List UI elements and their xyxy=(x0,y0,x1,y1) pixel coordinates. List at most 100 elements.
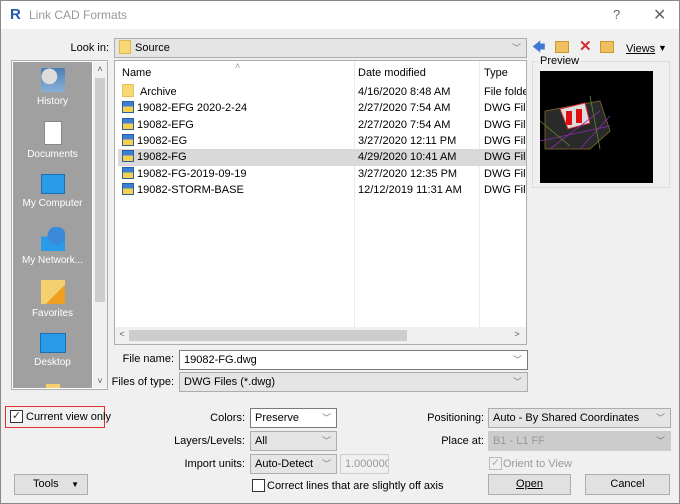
scroll-left-arrow[interactable]: < xyxy=(115,329,129,339)
file-list: Name ˄ Date modified Type Archive 4/16/20… xyxy=(114,60,527,345)
dwg-file-icon xyxy=(122,133,134,146)
horizontal-scrollbar[interactable]: < > xyxy=(115,327,526,344)
positioning-dropdown[interactable]: Auto - By Shared Coordinates ﹀ xyxy=(488,408,671,428)
new-folder-icon[interactable] xyxy=(600,41,614,53)
back-arrow-icon[interactable]: 🡄 xyxy=(532,38,545,56)
help-button[interactable]: ? xyxy=(613,7,620,22)
building-block xyxy=(576,109,582,123)
sort-indicator-icon: ˄ xyxy=(235,61,241,71)
place-at-dropdown[interactable]: B1 - L1 FF ﹀ xyxy=(488,431,671,451)
file-row[interactable]: 19082-STORM-BASE 12/12/2019 11:31 AM DWG F… xyxy=(118,182,526,199)
layers-dropdown[interactable]: All ﹀ xyxy=(250,431,337,451)
layers-label: Layers/Levels: xyxy=(174,435,245,447)
import-units-value: Auto-Detect xyxy=(255,458,314,470)
scroll-up-arrow[interactable]: ˄ xyxy=(93,64,107,74)
look-in-dropdown[interactable]: Source ﹀ xyxy=(114,38,527,58)
places-scrollbar[interactable]: ˄ ˅ xyxy=(93,62,107,388)
current-view-only-label[interactable]: Current view only xyxy=(26,411,111,423)
chevron-down-icon: ﹀ xyxy=(655,436,665,446)
file-row[interactable]: 19082-EG 3/27/2020 12:11 PM DWG File xyxy=(118,133,526,150)
cancel-button[interactable]: Cancel xyxy=(585,474,670,495)
delete-icon[interactable]: ✕ xyxy=(579,38,592,56)
building-block xyxy=(566,111,572,125)
file-name-input[interactable]: 19082-FG.dwg ﹀ xyxy=(179,350,528,370)
tools-button[interactable]: Tools ▼ xyxy=(14,474,88,495)
import-units-dropdown[interactable]: Auto-Detect ﹀ xyxy=(250,454,337,474)
colors-value: Preserve xyxy=(255,412,300,424)
window-title: Link CAD Formats xyxy=(29,8,128,22)
place-desktop[interactable]: Desktop xyxy=(13,333,92,368)
scrollbar-thumb[interactable] xyxy=(129,330,407,341)
place-my-network[interactable]: My Network... xyxy=(13,227,92,266)
file-name-value: 19082-FG.dwg xyxy=(184,354,257,366)
orient-to-view-label[interactable]: Orient to View xyxy=(503,458,572,470)
place-documents[interactable]: Documents xyxy=(13,121,92,160)
cad-drawing-thumbnail xyxy=(540,95,611,150)
places-list: History Documents My Computer My Network… xyxy=(13,62,92,388)
link-cad-dialog: R Link CAD Formats ? ✕ Look in: Source ﹀… xyxy=(0,0,680,504)
file-name: 19082-FG-2019-09-19 xyxy=(122,166,354,183)
file-row[interactable]: 19082-FG-2019-09-19 3/27/2020 12:35 PM DWG… xyxy=(118,166,526,183)
place-history[interactable]: History xyxy=(13,68,92,107)
views-label: Views xyxy=(626,43,656,55)
column-header-type[interactable]: Type xyxy=(484,64,508,82)
file-name-text: 19082-FG xyxy=(137,151,187,164)
up-folder-icon[interactable] xyxy=(555,41,569,53)
scroll-right-arrow[interactable]: > xyxy=(510,329,524,339)
views-dropdown-arrow[interactable]: ▼ xyxy=(658,39,667,57)
dwg-file-icon xyxy=(122,117,134,130)
place-label: Favorites xyxy=(31,308,74,319)
column-header-name[interactable]: Name xyxy=(122,64,151,82)
correct-lines-label[interactable]: Correct lines that are slightly off axis xyxy=(267,480,443,492)
revit-app-icon: R xyxy=(10,6,21,23)
file-row[interactable]: 19082-EFG 2/27/2020 7:54 AM DWG File xyxy=(118,117,526,134)
import-scale-value: 1.000000 xyxy=(345,458,389,470)
file-row[interactable]: Archive 4/16/2020 8:48 AM File folde xyxy=(118,84,526,101)
import-scale-input[interactable]: 1.000000 xyxy=(340,454,389,474)
open-button[interactable]: Open xyxy=(488,474,571,495)
file-type: DWG File xyxy=(484,167,527,180)
file-name-text: 19082-FG-2019-09-19 xyxy=(137,167,247,180)
current-view-only-checkbox[interactable]: ✓ xyxy=(10,410,23,423)
close-button[interactable]: ✕ xyxy=(653,5,666,25)
place-label: Desktop xyxy=(34,357,71,368)
place-favorites[interactable]: Favorites xyxy=(13,280,92,319)
tools-label: Tools xyxy=(33,478,59,490)
colors-dropdown[interactable]: Preserve ﹀ xyxy=(250,408,337,428)
views-button[interactable]: Views xyxy=(626,40,655,58)
column-header-date[interactable]: Date modified xyxy=(358,64,426,82)
orient-to-view-checkbox[interactable]: ✓ xyxy=(489,457,502,470)
place-my-computer[interactable]: My Computer xyxy=(13,174,92,209)
file-date: 3/27/2020 12:11 PM xyxy=(358,134,457,147)
import-units-label: Import units: xyxy=(184,458,245,470)
chevron-down-icon[interactable]: ﹀ xyxy=(513,351,522,369)
file-date: 2/27/2020 7:54 AM xyxy=(358,102,451,115)
chevron-down-icon: ﹀ xyxy=(655,413,665,423)
correct-lines-checkbox[interactable] xyxy=(252,479,265,492)
place-more[interactable] xyxy=(13,384,92,388)
file-name-text: Archive xyxy=(140,86,177,98)
place-at-value: B1 - L1 FF xyxy=(493,435,545,447)
positioning-value: Auto - By Shared Coordinates xyxy=(493,412,640,424)
scrollbar-thumb[interactable] xyxy=(95,78,105,302)
dwg-file-icon xyxy=(122,166,134,179)
file-row[interactable]: 19082-FG 4/29/2020 10:41 AM DWG File xyxy=(118,149,526,167)
file-name: 19082-STORM-BASE xyxy=(122,182,354,199)
file-type: DWG File xyxy=(484,183,527,196)
file-row[interactable]: 19082-EFG 2020-2-24 2/27/2020 7:54 AM DWG … xyxy=(118,100,526,117)
files-of-type-dropdown[interactable]: DWG Files (*.dwg) ﹀ xyxy=(179,372,528,392)
file-name: 19082-EG xyxy=(122,133,354,150)
place-label: My Network... xyxy=(21,255,84,266)
title-bar: R Link CAD Formats ? ✕ xyxy=(1,1,679,29)
file-name-text: 19082-EFG xyxy=(137,118,194,131)
documents-icon xyxy=(43,121,62,145)
look-in-value: Source xyxy=(135,42,170,54)
place-label: My Computer xyxy=(22,198,83,209)
chevron-down-icon: ﹀ xyxy=(511,43,521,53)
folder-icon xyxy=(119,40,131,54)
open-label: Open xyxy=(516,478,543,490)
positioning-label: Positioning: xyxy=(427,412,484,424)
file-date: 4/29/2020 10:41 AM xyxy=(358,151,457,164)
dwg-file-icon xyxy=(122,182,134,195)
dwg-file-icon xyxy=(122,150,134,163)
